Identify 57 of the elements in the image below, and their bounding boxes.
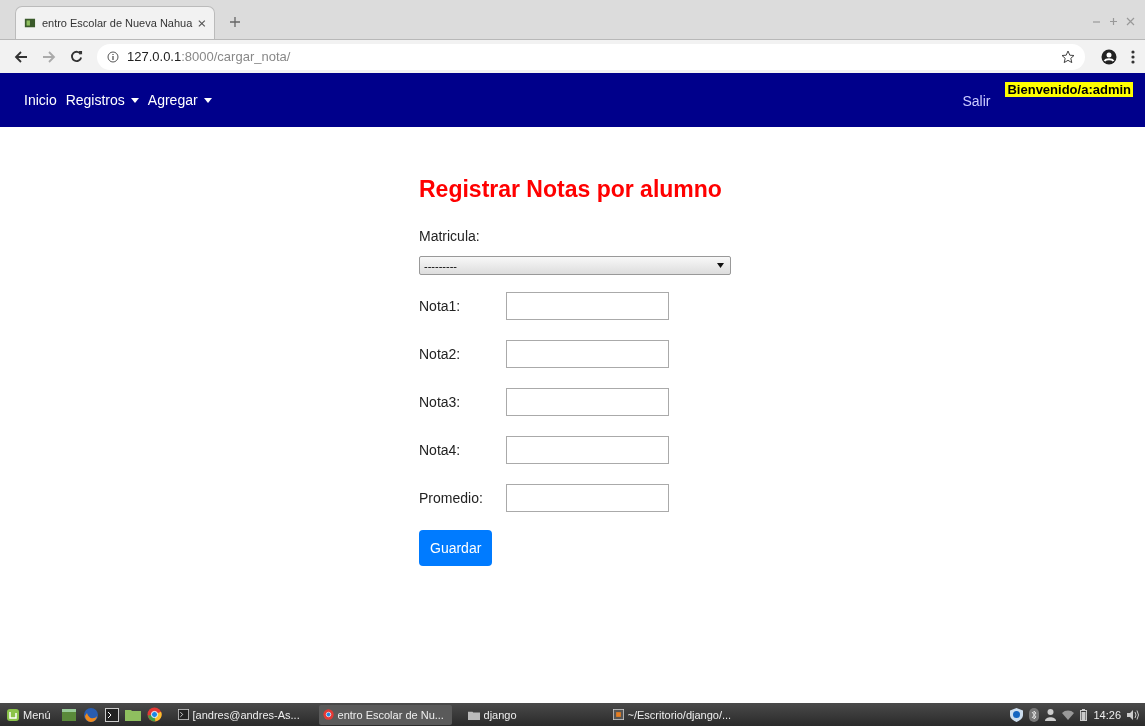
shield-icon[interactable] [1010, 707, 1024, 722]
input-field[interactable] [506, 484, 669, 512]
field-label: Promedio: [419, 490, 484, 506]
user-icon[interactable] [1045, 708, 1057, 721]
page-heading: Registrar Notas por alumno [419, 176, 722, 203]
logout-link[interactable]: Salir [962, 93, 991, 109]
folder-icon[interactable] [124, 708, 141, 721]
field-label: Matricula: [419, 228, 480, 244]
close-icon[interactable] [198, 18, 206, 28]
logo-icon [6, 707, 20, 722]
address-bar[interactable]: 127.0.0.1:8000/cargar_nota/ [97, 43, 1085, 70]
field-label: Nota1: [419, 298, 462, 314]
taskbar-item[interactable]: [andres@andres-As... [173, 704, 307, 725]
input-field[interactable] [506, 436, 669, 464]
star-icon[interactable] [1061, 49, 1075, 64]
tab-title: entro Escolar de Nueva Nahua [41, 17, 193, 29]
select-field[interactable]: --------- [419, 256, 731, 275]
chrome-icon [322, 709, 334, 720]
new-tab-icon[interactable] [229, 16, 241, 28]
taskbar-item[interactable]: django [463, 704, 597, 725]
favicon-icon [24, 16, 36, 30]
folder-icon [467, 709, 480, 720]
browser-tab[interactable]: entro Escolar de Nueva Nahua [15, 6, 215, 39]
nav-link[interactable]: Inicio [24, 92, 57, 108]
terminal-icon[interactable] [104, 707, 119, 722]
editor-icon [612, 709, 624, 720]
nav-dropdown[interactable]: Agregar [147, 92, 212, 108]
field-label: Nota4: [419, 442, 462, 458]
field-label: Nota2: [419, 346, 462, 362]
start-menu-button[interactable]: Menú [6, 707, 51, 722]
battery-icon[interactable] [1080, 708, 1088, 721]
url-text: 127.0.0.1:8000/cargar_nota/ [127, 49, 291, 64]
caret-icon [717, 263, 724, 268]
welcome-badge: Bienvenido/a:admin [1005, 82, 1133, 97]
clock-text: 14:26 [1093, 708, 1121, 721]
taskbar-item[interactable]: entro Escolar de Nu... [318, 704, 452, 725]
firefox-icon[interactable] [82, 706, 99, 723]
reload-icon[interactable] [70, 50, 83, 63]
volume-icon[interactable] [1127, 709, 1139, 720]
desktop-icon[interactable] [60, 707, 77, 722]
chrome-icon[interactable] [146, 707, 162, 722]
wifi-icon[interactable] [1062, 709, 1075, 720]
taskbar-item[interactable]: ~/Escritorio/django/... [608, 704, 742, 725]
caret-icon [130, 97, 139, 103]
input-field[interactable] [506, 292, 669, 320]
info-icon [107, 50, 119, 63]
account-icon[interactable] [1101, 48, 1117, 65]
field-label: Nota3: [419, 394, 462, 410]
input-field[interactable] [506, 340, 669, 368]
terminal-icon [177, 709, 189, 720]
caret-icon [203, 97, 212, 103]
bluetooth-icon[interactable] [1029, 707, 1040, 722]
back-icon[interactable] [14, 49, 28, 64]
save-button[interactable]: Guardar [419, 530, 493, 566]
input-field[interactable] [506, 388, 669, 416]
menu-icon[interactable] [1131, 49, 1135, 64]
nav-dropdown[interactable]: Registros [65, 92, 139, 108]
